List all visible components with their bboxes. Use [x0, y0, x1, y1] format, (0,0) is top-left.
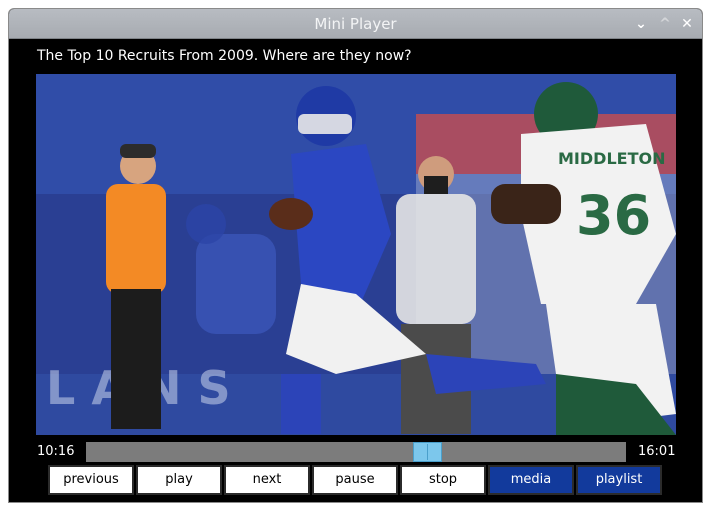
jersey-name: MIDDLETON [558, 149, 665, 168]
seek-thumb[interactable] [413, 442, 442, 462]
video-title: The Top 10 Recruits From 2009. Where are… [37, 48, 412, 64]
mini-player-window: Mini Player ⌄ ^ ✕ The Top 10 Recruits Fr… [8, 8, 703, 503]
title-bar[interactable]: Mini Player ⌄ ^ ✕ [9, 9, 702, 39]
close-icon[interactable]: ✕ [677, 14, 697, 34]
pause-button[interactable]: pause [312, 465, 398, 495]
total-time: 16:01 [638, 444, 676, 459]
playlist-button[interactable]: playlist [576, 465, 662, 495]
seek-bar[interactable] [86, 442, 626, 462]
video-still-image: L A N S MIDDLETON 36 [36, 74, 676, 435]
video-frame[interactable]: L A N S MIDDLETON 36 [36, 74, 676, 435]
next-button[interactable]: next [224, 465, 310, 495]
maximize-icon[interactable]: ^ [655, 14, 675, 34]
stop-button[interactable]: stop [400, 465, 486, 495]
current-time: 10:16 [37, 444, 75, 459]
window-title: Mini Player [314, 15, 397, 33]
previous-button[interactable]: previous [48, 465, 134, 495]
jersey-number: 36 [576, 184, 651, 247]
playback-controls: previous play next pause stop media play… [48, 465, 668, 495]
play-button[interactable]: play [136, 465, 222, 495]
media-button[interactable]: media [488, 465, 574, 495]
minimize-icon[interactable]: ⌄ [631, 14, 651, 34]
